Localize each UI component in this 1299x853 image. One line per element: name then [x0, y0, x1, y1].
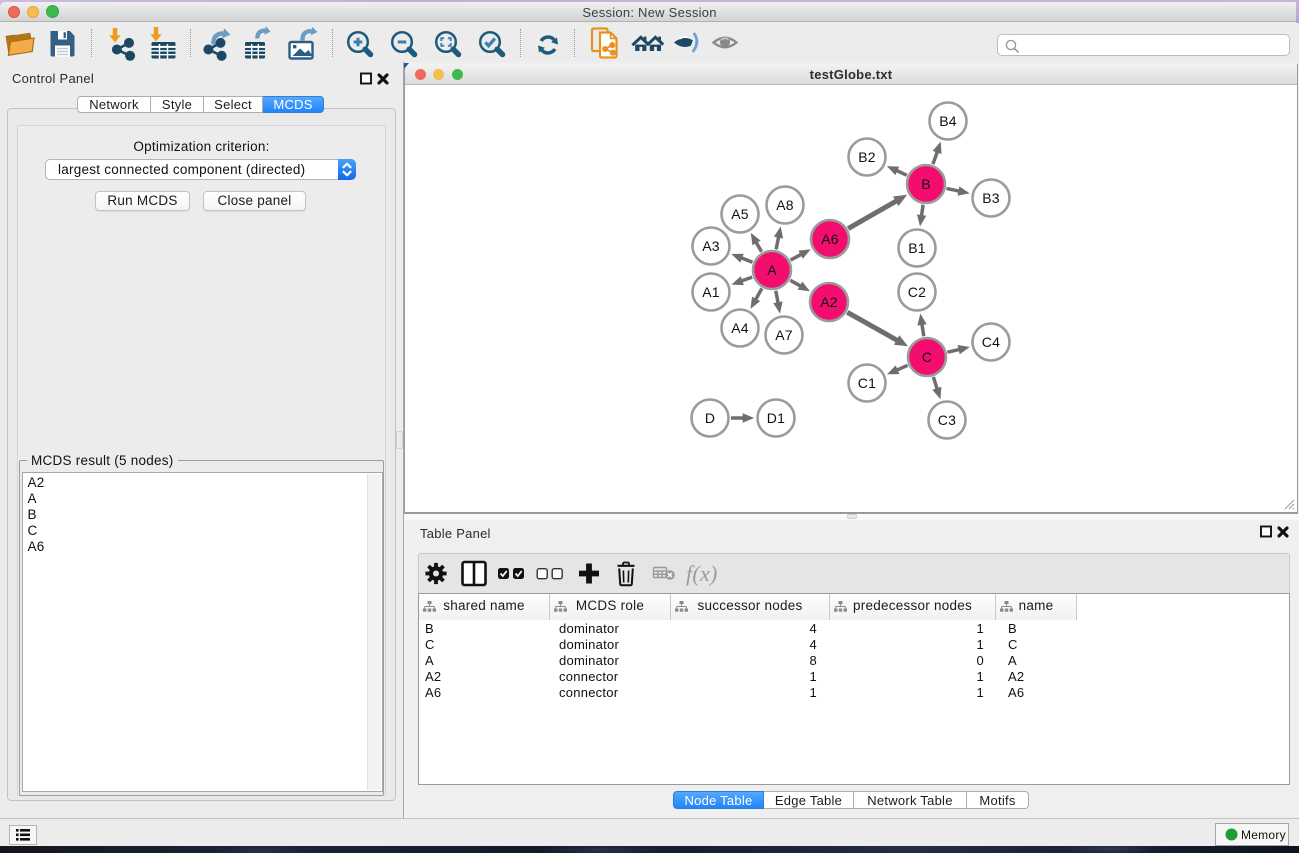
- svg-text:C3: C3: [938, 412, 956, 428]
- svg-text:D: D: [705, 410, 715, 426]
- svg-text:B: B: [921, 176, 931, 192]
- svg-text:B3: B3: [982, 190, 1000, 206]
- svg-text:C: C: [922, 349, 932, 365]
- svg-text:D1: D1: [767, 410, 785, 426]
- svg-text:A6: A6: [821, 231, 839, 247]
- svg-text:C1: C1: [858, 375, 876, 391]
- svg-text:A2: A2: [820, 294, 838, 310]
- svg-text:B1: B1: [908, 240, 926, 256]
- svg-text:A5: A5: [731, 206, 749, 222]
- svg-text:A8: A8: [776, 197, 794, 213]
- svg-text:A1: A1: [702, 284, 720, 300]
- svg-text:C4: C4: [982, 334, 1000, 350]
- svg-text:A3: A3: [702, 238, 720, 254]
- svg-text:B2: B2: [858, 149, 876, 165]
- svg-text:f(x): f(x): [686, 561, 718, 586]
- svg-text:A7: A7: [775, 327, 793, 343]
- svg-text:B4: B4: [939, 113, 957, 129]
- svg-text:A4: A4: [731, 320, 749, 336]
- svg-text:A: A: [767, 262, 777, 278]
- svg-text:C2: C2: [908, 284, 926, 300]
